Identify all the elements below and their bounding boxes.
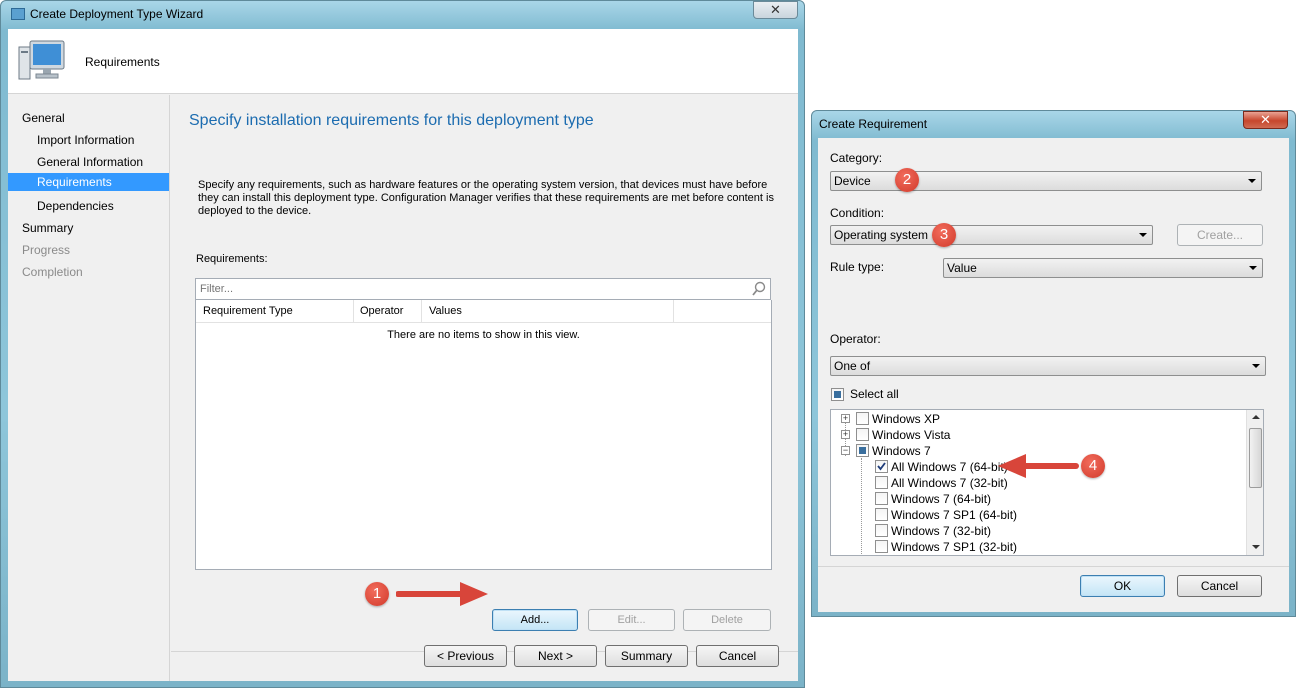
rule-type-label: Rule type: bbox=[830, 260, 885, 274]
tree-item-windows-xp[interactable]: Windows XP bbox=[872, 412, 940, 426]
scroll-down-icon[interactable] bbox=[1252, 545, 1260, 549]
windows-vista-checkbox[interactable] bbox=[856, 428, 869, 441]
wizard-nav: General Import Information General Infor… bbox=[8, 95, 170, 681]
dialog-title: Create Requirement bbox=[819, 117, 928, 131]
condition-label: Condition: bbox=[830, 206, 885, 220]
tree-item-all-windows-7-64[interactable]: All Windows 7 (64-bit) bbox=[891, 460, 1008, 474]
tree-item-windows-7-32[interactable]: Windows 7 (32-bit) bbox=[891, 524, 991, 538]
column-requirement-type[interactable]: Requirement Type bbox=[196, 300, 354, 322]
create-requirement-dialog: Create Requirement ✕ Category: Device Co… bbox=[811, 110, 1296, 617]
nav-item-general-information[interactable]: General Information bbox=[8, 153, 169, 171]
search-icon[interactable] bbox=[751, 281, 767, 297]
chevron-down-icon bbox=[1249, 266, 1257, 270]
checkmark-icon bbox=[877, 462, 886, 471]
filter-input[interactable] bbox=[198, 281, 738, 297]
arrow-1-icon bbox=[396, 582, 488, 606]
cancel-button[interactable]: Cancel bbox=[696, 645, 779, 667]
expand-windows-vista-icon[interactable]: + bbox=[841, 430, 850, 439]
windows-7-checkbox[interactable] bbox=[856, 444, 869, 457]
ok-button[interactable]: OK bbox=[1080, 575, 1165, 597]
chevron-down-icon bbox=[1248, 179, 1256, 183]
select-all-checkbox[interactable] bbox=[831, 388, 844, 401]
annotation-badge-4: 4 bbox=[1081, 454, 1105, 478]
annotation-badge-3: 3 bbox=[932, 223, 956, 247]
filter-box[interactable] bbox=[195, 278, 771, 300]
chevron-down-icon bbox=[1252, 364, 1260, 368]
summary-button[interactable]: Summary bbox=[605, 645, 688, 667]
windows-7-64-checkbox[interactable] bbox=[875, 492, 888, 505]
empty-list-message: There are no items to show in this view. bbox=[387, 329, 580, 341]
operator-label: Operator: bbox=[830, 332, 881, 346]
os-tree[interactable]: + Windows XP + Windows Vista − Windows 7… bbox=[830, 409, 1264, 556]
nav-item-general[interactable]: General bbox=[8, 109, 169, 127]
add-button[interactable]: Add... bbox=[492, 609, 578, 631]
condition-select[interactable]: Operating system bbox=[830, 225, 1153, 245]
dialog-cancel-button[interactable]: Cancel bbox=[1177, 575, 1262, 597]
requirements-label: Requirements: bbox=[196, 253, 268, 265]
chevron-down-icon bbox=[1139, 233, 1147, 237]
tree-scrollbar[interactable] bbox=[1246, 410, 1263, 555]
annotation-badge-1: 1 bbox=[365, 582, 389, 606]
requirements-list[interactable]: Requirement Type Operator Values There a… bbox=[195, 300, 772, 570]
next-button[interactable]: Next > bbox=[514, 645, 597, 667]
expand-windows-xp-icon[interactable]: + bbox=[841, 414, 850, 423]
page-heading: Specify installation requirements for th… bbox=[189, 112, 594, 129]
column-operator[interactable]: Operator bbox=[354, 300, 422, 322]
create-button[interactable]: Create... bbox=[1177, 224, 1263, 246]
category-label: Category: bbox=[830, 151, 883, 165]
close-icon: ✕ bbox=[770, 2, 781, 17]
tree-item-windows-vista[interactable]: Windows Vista bbox=[872, 428, 950, 442]
tree-item-windows-7-sp1-32[interactable]: Windows 7 SP1 (32-bit) bbox=[891, 540, 1017, 554]
wizard-title: Create Deployment Type Wizard bbox=[30, 7, 204, 21]
page-description: Specify any requirements, such as hardwa… bbox=[198, 179, 774, 217]
nav-item-import-information[interactable]: Import Information bbox=[8, 131, 169, 149]
nav-item-dependencies[interactable]: Dependencies bbox=[8, 197, 169, 215]
nav-item-summary[interactable]: Summary bbox=[8, 219, 169, 237]
dialog-client: Category: Device Condition: Operating sy… bbox=[818, 138, 1289, 612]
scroll-up-icon[interactable] bbox=[1252, 415, 1260, 419]
header-page-title: Requirements bbox=[85, 55, 160, 69]
nav-item-completion: Completion bbox=[22, 265, 83, 279]
previous-button[interactable]: < Previous bbox=[424, 645, 507, 667]
delete-button[interactable]: Delete bbox=[683, 609, 771, 631]
select-all-label[interactable]: Select all bbox=[850, 387, 899, 401]
annotation-badge-2: 2 bbox=[895, 168, 919, 192]
collapse-windows-7-icon[interactable]: − bbox=[841, 446, 850, 455]
dialog-divider bbox=[818, 566, 1289, 567]
nav-item-progress: Progress bbox=[22, 243, 71, 257]
edit-button[interactable]: Edit... bbox=[588, 609, 675, 631]
rule-type-select[interactable]: Value bbox=[943, 258, 1263, 278]
wizard-close-button[interactable]: ✕ bbox=[753, 1, 798, 19]
tree-item-all-windows-7-32[interactable]: All Windows 7 (32-bit) bbox=[891, 476, 1008, 490]
wizard-header: Requirements bbox=[8, 29, 798, 94]
computer-icon bbox=[18, 40, 65, 80]
all-windows-7-32-checkbox[interactable] bbox=[875, 476, 888, 489]
all-windows-7-64-checkbox[interactable] bbox=[875, 460, 888, 473]
arrow-4-icon bbox=[998, 454, 1079, 478]
tree-item-windows-7[interactable]: Windows 7 bbox=[872, 444, 931, 458]
operator-select[interactable]: One of bbox=[830, 356, 1266, 376]
windows-7-sp1-32-checkbox[interactable] bbox=[875, 540, 888, 553]
dialog-close-button[interactable]: ✕ bbox=[1243, 111, 1288, 129]
close-icon: ✕ bbox=[1260, 112, 1271, 127]
column-values[interactable]: Values bbox=[422, 300, 674, 322]
scroll-thumb[interactable] bbox=[1249, 428, 1262, 488]
nav-item-requirements[interactable]: Requirements bbox=[8, 173, 169, 191]
wizard-app-icon bbox=[11, 8, 25, 20]
tree-item-windows-7-64[interactable]: Windows 7 (64-bit) bbox=[891, 492, 991, 506]
windows-7-sp1-64-checkbox[interactable] bbox=[875, 508, 888, 521]
windows-xp-checkbox[interactable] bbox=[856, 412, 869, 425]
list-header: Requirement Type Operator Values bbox=[196, 300, 771, 323]
windows-7-32-checkbox[interactable] bbox=[875, 524, 888, 537]
tree-line bbox=[861, 458, 862, 554]
tree-item-windows-7-sp1-64[interactable]: Windows 7 SP1 (64-bit) bbox=[891, 508, 1017, 522]
